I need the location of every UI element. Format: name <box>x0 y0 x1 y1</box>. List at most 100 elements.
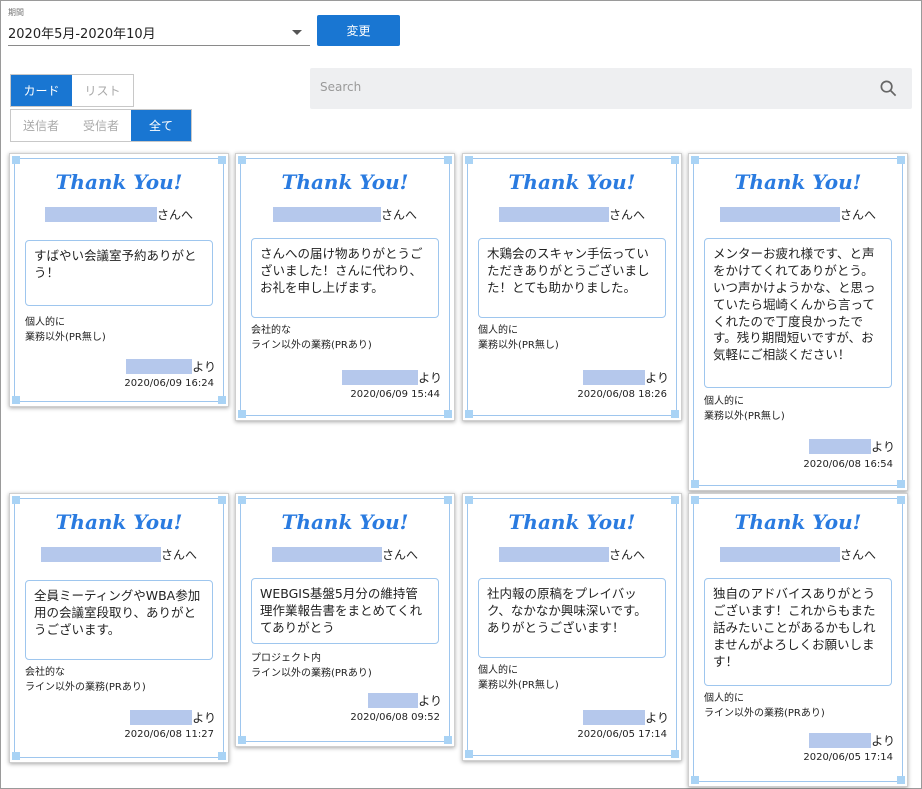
recipient-line: さんへ <box>689 546 907 563</box>
sent-date: 2020/06/05 17:14 <box>577 729 667 740</box>
view-list-tab[interactable]: リスト <box>72 75 133 106</box>
change-button[interactable]: 変更 <box>317 15 400 46</box>
message-text: メンターお疲れ様です、と声をかけてくれてありがとう。いつ声かけようかな、と思って… <box>704 238 892 388</box>
corner-ornament <box>465 750 473 758</box>
sender-line: より <box>368 692 442 709</box>
category: 会社的な ライン以外の業務(PRあり) <box>251 324 444 353</box>
redacted-sender-name <box>368 693 419 708</box>
corner-ornament <box>238 410 246 418</box>
corner-ornament <box>444 410 452 418</box>
thanks-card[interactable]: Thank You! さんへ WEBGIS基盤5月分の維持管理作業報告書をまとめ… <box>235 493 455 747</box>
thank-you-heading: Thank You! <box>508 510 636 534</box>
corner-ornament <box>218 752 226 760</box>
recipient-line: さんへ <box>463 206 681 223</box>
recipient-line: さんへ <box>10 546 228 563</box>
thank-you-heading: Thank You! <box>508 170 636 194</box>
redacted-recipient-name <box>719 207 840 222</box>
thanks-card[interactable]: Thank You! さんへ 独自のアドバイスありがとうございます！これからもま… <box>688 493 908 787</box>
message-text: 全員ミーティングやWBA参加用の会議室段取り、ありがとうございます。 <box>25 580 213 660</box>
redacted-sender-name <box>342 370 419 385</box>
category-scope: 個人的に <box>704 396 744 407</box>
category-type: 業務以外(PR無し) <box>478 679 559 691</box>
recipient-line: さんへ <box>236 546 454 563</box>
sender-suffix: より <box>871 440 895 454</box>
category: プロジェクト内 ライン以外の業務(PRあり) <box>251 652 444 681</box>
corner-ornament <box>12 496 20 504</box>
category: 個人的に 業務以外(PR無し) <box>478 664 671 693</box>
corner-ornament <box>897 156 905 164</box>
category-scope: 個人的に <box>704 693 744 704</box>
sender-suffix: より <box>192 360 216 374</box>
sender-suffix: より <box>645 711 669 725</box>
corner-ornament <box>444 736 452 744</box>
corner-ornament <box>12 752 20 760</box>
sent-date: 2020/06/09 15:44 <box>350 389 440 400</box>
thank-you-heading: Thank You! <box>55 510 183 534</box>
category-type: 業務以外(PR無し) <box>25 331 106 343</box>
category-scope: 会社的な <box>251 325 291 336</box>
redacted-sender-name <box>809 733 872 748</box>
corner-ornament <box>238 156 246 164</box>
thank-you-heading: Thank You! <box>281 170 409 194</box>
category: 個人的に 業務以外(PR無し) <box>478 324 671 353</box>
sender-line: より <box>583 369 669 386</box>
period-value: 2020年5月-2020年10月 <box>8 27 156 42</box>
sent-date: 2020/06/09 16:24 <box>124 378 214 389</box>
filter-all-tab[interactable]: 全て <box>131 110 191 141</box>
redacted-sender-name <box>583 710 646 725</box>
recipient-suffix: さんへ <box>160 548 197 562</box>
sent-date: 2020/06/08 16:54 <box>803 459 893 470</box>
corner-ornament <box>444 496 452 504</box>
corner-ornament <box>12 156 20 164</box>
redacted-sender-name <box>130 710 193 725</box>
sent-date: 2020/06/05 17:14 <box>803 752 893 763</box>
recipient-suffix: さんへ <box>381 548 418 562</box>
redacted-recipient-name <box>272 207 381 222</box>
category-type: 業務以外(PR無し) <box>704 410 785 422</box>
thank-you-heading: Thank You! <box>281 510 409 534</box>
view-card-tab[interactable]: カード <box>11 75 72 106</box>
category-type: ライン以外の業務(PRあり) <box>251 339 372 351</box>
category-type: ライン以外の業務(PRあり) <box>251 667 372 679</box>
filter-sent-tab[interactable]: 送信者 <box>11 110 71 141</box>
corner-ornament <box>465 156 473 164</box>
sender-line: より <box>583 709 669 726</box>
recipient-suffix: さんへ <box>156 208 193 222</box>
category-scope: 個人的に <box>25 317 65 328</box>
corner-ornament <box>671 750 679 758</box>
sender-line: より <box>809 438 895 455</box>
period-select[interactable]: 2020年5月-2020年10月 <box>8 19 310 46</box>
corner-ornament <box>444 156 452 164</box>
corner-ornament <box>691 496 699 504</box>
corner-ornament <box>218 396 226 404</box>
corner-ornament <box>465 410 473 418</box>
category-scope: 会社的な <box>25 667 65 678</box>
corner-ornament <box>238 736 246 744</box>
corner-ornament <box>671 410 679 418</box>
corner-ornament <box>218 496 226 504</box>
thanks-card[interactable]: Thank You! さんへ 社内報の原稿をプレイバック、なかなか興味深いです。… <box>462 493 682 761</box>
sent-date: 2020/06/08 09:52 <box>350 712 440 723</box>
category: 個人的に ライン以外の業務(PRあり) <box>704 692 897 721</box>
thanks-card[interactable]: Thank You! さんへ すばやい会議室予約ありがとう！ 個人的に 業務以外… <box>9 153 229 407</box>
message-text: すばやい会議室予約ありがとう！ <box>25 240 213 306</box>
redacted-sender-name <box>126 359 193 374</box>
corner-ornament <box>465 496 473 504</box>
sender-line: より <box>342 369 442 386</box>
message-text: 社内報の原稿をプレイバック、なかなか興味深いです。ありがとうございます！ <box>478 578 666 658</box>
search-input[interactable]: Search <box>310 68 912 109</box>
thanks-card[interactable]: Thank You! さんへ 全員ミーティングやWBA参加用の会議室段取り、あり… <box>9 493 229 763</box>
sender-suffix: より <box>645 371 669 385</box>
search-icon[interactable] <box>879 79 898 98</box>
thanks-card[interactable]: Thank You! さんへ メンターお疲れ様です、と声をかけてくれてありがとう… <box>688 153 908 491</box>
redacted-sender-name <box>583 370 646 385</box>
thanks-card[interactable]: Thank You! さんへ 木鶏会のスキャン手伝っていただきありがとうございま… <box>462 153 682 421</box>
corner-ornament <box>12 396 20 404</box>
corner-ornament <box>218 156 226 164</box>
category-type: ライン以外の業務(PRあり) <box>704 707 825 719</box>
message-text: WEBGIS基盤5月分の維持管理作業報告書をまとめてくれてありがとう <box>251 578 439 644</box>
caret-down-icon[interactable] <box>292 30 302 35</box>
filter-received-tab[interactable]: 受信者 <box>71 110 131 141</box>
thanks-card[interactable]: Thank You! さんへ さんへの届け物ありがとうございました！さんに代わり… <box>235 153 455 421</box>
message-text: 独自のアドバイスありがとうございます！これからもまた話みたいことがあるかもしれま… <box>704 578 892 686</box>
